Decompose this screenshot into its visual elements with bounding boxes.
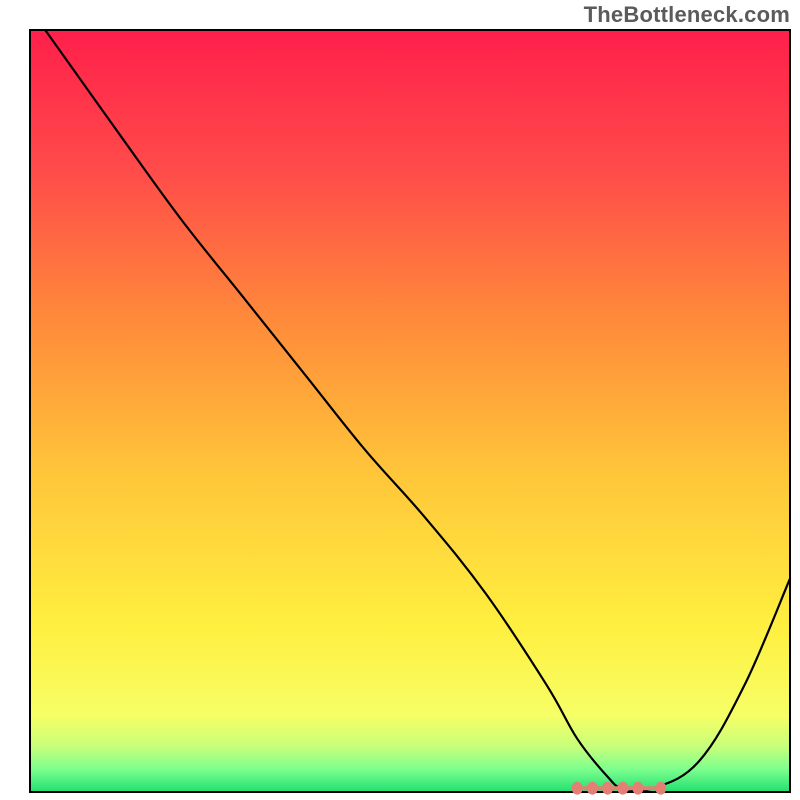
bottleneck-chart	[0, 0, 800, 800]
watermark: TheBottleneck.com	[584, 2, 790, 28]
optimal-marker	[602, 782, 613, 795]
optimal-marker	[617, 782, 628, 795]
optimal-marker	[572, 782, 583, 795]
chart-stage: TheBottleneck.com	[0, 0, 800, 800]
optimal-marker	[655, 782, 666, 795]
optimal-marker	[633, 782, 644, 795]
plot-background	[30, 30, 790, 792]
optimal-marker	[587, 782, 598, 795]
